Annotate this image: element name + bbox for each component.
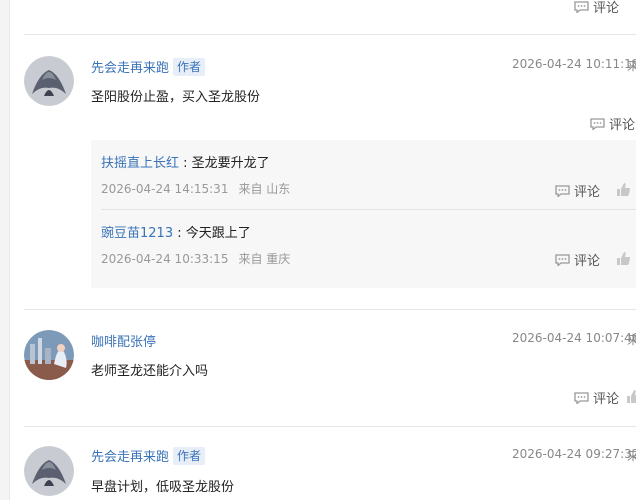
author-badge: 作者	[173, 58, 206, 76]
reply-location: 山东	[266, 182, 291, 196]
comment-source-partial: 来	[627, 449, 636, 463]
comment-button-label: 评论	[574, 254, 601, 269]
comment-button-label: 评论	[593, 1, 620, 16]
comment-icon	[590, 117, 605, 130]
comment-time: 2026-04-24 09:27:32	[512, 447, 636, 461]
comment-button[interactable]: 评论	[574, 388, 619, 407]
comment-button[interactable]: 评论	[590, 114, 635, 133]
divider	[24, 34, 636, 35]
comment-time: 2026-04-24 10:07:46	[512, 331, 636, 345]
avatar[interactable]	[24, 56, 74, 106]
thumbs-up-icon[interactable]	[616, 183, 630, 196]
thumbs-up-icon[interactable]	[626, 390, 636, 403]
comment-icon	[574, 0, 589, 13]
reply-username[interactable]: 扶摇直上长红	[101, 156, 179, 171]
comment-icon	[555, 253, 570, 266]
left-panel-edge	[0, 0, 10, 500]
reply-text: 圣龙要升龙了	[191, 156, 270, 171]
comment-time: 2026-04-24 10:11:18	[512, 57, 636, 71]
comment-text: 圣阳股份止盈，买入圣龙股份	[91, 90, 261, 105]
comment-button-label: 评论	[609, 118, 636, 133]
reply-text: 今天跟上了	[185, 226, 251, 241]
divider	[24, 426, 636, 427]
reply-from-label: 来自	[238, 252, 263, 266]
reply-list: 扶摇直上长红 : 圣龙要升龙了 2026-04-24 14:15:31 来自 山东…	[91, 140, 636, 288]
reply-separator: :	[179, 156, 192, 171]
reply-username[interactable]: 豌豆苗1213	[101, 226, 173, 241]
reply-separator: :	[173, 226, 186, 241]
comment-icon	[574, 391, 589, 404]
reply-location: 重庆	[266, 252, 291, 266]
comment-username[interactable]: 先会走再来跑	[91, 450, 169, 465]
comment-username[interactable]: 先会走再来跑	[91, 61, 169, 76]
divider	[24, 309, 636, 310]
comment-button-label: 评论	[574, 185, 601, 200]
avatar[interactable]	[24, 446, 74, 496]
author-badge: 作者	[173, 447, 206, 465]
reply-comment-button[interactable]: 评论	[555, 181, 600, 200]
comment-text: 早盘计划，低吸圣龙股份	[91, 480, 235, 495]
comment-source-partial: 来	[627, 59, 636, 73]
comment-source-partial: 来	[627, 333, 636, 347]
reply-divider	[101, 209, 636, 210]
avatar[interactable]	[24, 330, 74, 380]
comment-button-top[interactable]: 评论	[574, 0, 619, 16]
reply-comment-button[interactable]: 评论	[555, 250, 600, 269]
reply-time: 2026-04-24 14:15:31	[101, 182, 229, 196]
comment-username[interactable]: 咖啡配张停	[91, 331, 156, 350]
comment-icon	[555, 184, 570, 197]
comment-text: 老师圣龙还能介入吗	[91, 364, 209, 379]
thumbs-up-icon[interactable]	[616, 252, 630, 265]
comment-button-label: 评论	[593, 392, 620, 407]
reply-time: 2026-04-24 10:33:15	[101, 252, 229, 266]
reply-from-label: 来自	[238, 182, 263, 196]
